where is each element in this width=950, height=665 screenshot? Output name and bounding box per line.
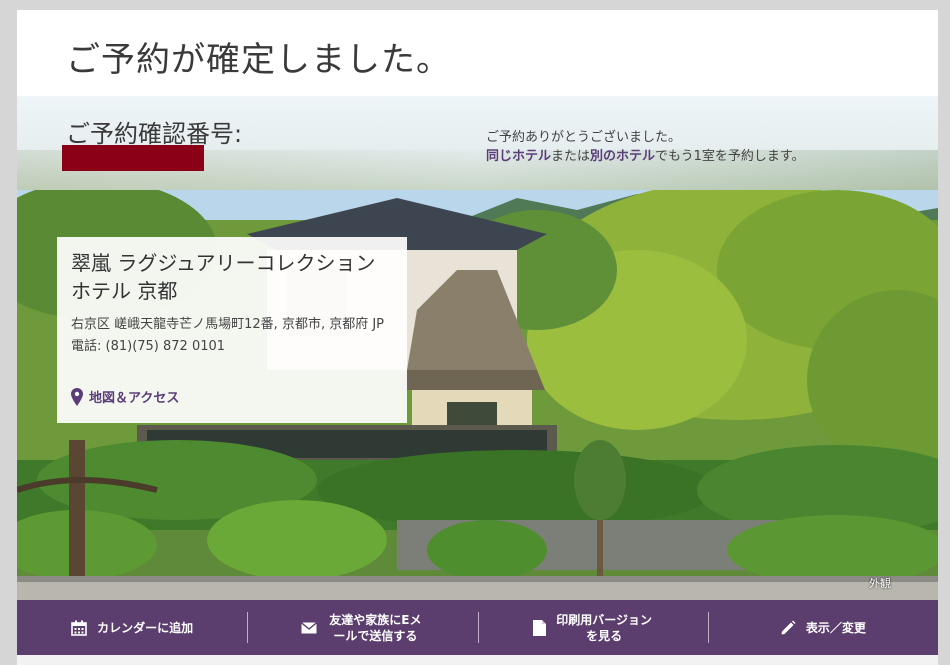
print-version-label: 印刷用バージョンを見る (556, 612, 652, 643)
same-hotel-link[interactable]: 同じホテル (486, 149, 551, 164)
hotel-name: 翠嵐 ラグジュアリーコレクションホテル 京都 (71, 251, 376, 303)
image-caption: 外観 (869, 577, 891, 590)
page-title: ご予約が確定しました。 (66, 40, 451, 80)
map-access-link[interactable]: 地図＆アクセス (71, 387, 179, 406)
confirmation-page: ご予約が確定しました。 ご予約確認番号: ご予約ありがとうございました。 同じホ… (17, 10, 938, 665)
map-pin-icon (71, 387, 83, 406)
email-share-label: 友達や家族にEメールで送信する (329, 612, 422, 643)
add-to-calendar-button[interactable]: カレンダーに追加 (17, 600, 247, 655)
title-bar: ご予約が確定しました。 (17, 10, 938, 96)
rebook-end-text: でもう1室を予約します。 (655, 149, 805, 164)
hotel-info-card: 翠嵐 ラグジュアリーコレクションホテル 京都 右京区 嵯峨天龍寺芒ノ馬場町12番… (57, 237, 407, 423)
hotel-address: 右京区 嵯峨天龍寺芒ノ馬場町12番, 京都市, 京都府 JP (71, 317, 385, 332)
confirmation-band: ご予約確認番号: ご予約ありがとうございました。 同じホテルまたは別のホテルでも… (17, 96, 938, 190)
thanks-message: ご予約ありがとうございました。 (486, 130, 682, 145)
print-version-button[interactable]: 印刷用バージョンを見る (477, 600, 708, 655)
add-to-calendar-label: カレンダーに追加 (97, 620, 194, 635)
confirmation-label: ご予約確認番号: (66, 120, 243, 148)
envelope-icon (301, 621, 318, 633)
view-change-label: 表示／変更 (805, 620, 866, 635)
other-hotel-link[interactable]: 別のホテル (590, 149, 655, 164)
hotel-phone: 電話: (81)(75) 872 0101 (71, 339, 226, 354)
rebook-message: 同じホテルまたは別のホテルでもう1室を予約します。 (486, 145, 805, 164)
confirmation-number-redacted (62, 145, 204, 171)
document-icon (533, 619, 547, 636)
footer-strip (17, 655, 938, 665)
action-bar: カレンダーに追加 友達や家族にEメールで送信する 印刷用バージョンを見る 表示／… (17, 600, 938, 655)
map-access-label: 地図＆アクセス (89, 391, 180, 406)
rebook-or-text: または (551, 149, 591, 164)
calendar-icon (71, 620, 87, 636)
email-share-button[interactable]: 友達や家族にEメールで送信する (247, 600, 477, 655)
view-change-button[interactable]: 表示／変更 (707, 600, 938, 655)
pencil-icon (781, 620, 796, 634)
